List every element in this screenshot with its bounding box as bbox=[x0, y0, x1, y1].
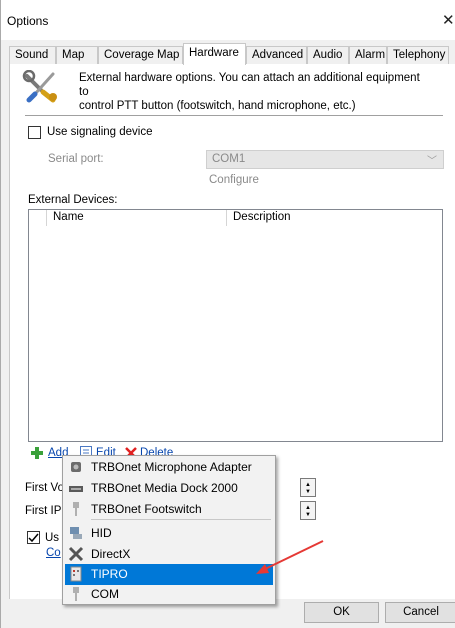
use-option-checkbox[interactable] bbox=[27, 531, 40, 544]
add-icon[interactable] bbox=[31, 447, 43, 459]
external-devices-label: External Devices: bbox=[28, 194, 118, 206]
use-signaling-checkbox[interactable] bbox=[28, 126, 41, 139]
options-window: Options ✕ Sound Map Coverage Map Hardwar… bbox=[0, 0, 455, 628]
menu-item-directx[interactable]: DirectX bbox=[65, 544, 273, 565]
header-line-1: External hardware options. You can attac… bbox=[79, 72, 420, 98]
tab-sound[interactable]: Sound bbox=[9, 46, 56, 64]
footswitch-icon bbox=[73, 502, 79, 516]
com-icon bbox=[73, 587, 79, 601]
directx-icon bbox=[68, 546, 84, 562]
window-title: Options bbox=[7, 14, 49, 28]
menu-item-label: DirectX bbox=[91, 547, 131, 561]
chevron-down-icon: ﹀ bbox=[427, 156, 437, 167]
menu-item-media-dock[interactable]: TRBOnet Media Dock 2000 bbox=[65, 478, 273, 499]
serial-port-value: COM1 bbox=[212, 153, 246, 165]
external-devices-grid[interactable]: Name Description bbox=[28, 209, 443, 442]
menu-item-label: TIPRO bbox=[91, 567, 128, 581]
column-name[interactable]: Name bbox=[47, 210, 227, 226]
config-link[interactable]: Co bbox=[46, 547, 61, 559]
tab-coverage-map[interactable]: Coverage Map bbox=[98, 46, 183, 64]
tab-telephony[interactable]: Telephony bbox=[387, 46, 449, 64]
menu-item-tipro[interactable]: TIPRO bbox=[65, 564, 273, 585]
ok-button[interactable]: OK bbox=[304, 602, 379, 623]
grid-header: Name Description bbox=[29, 210, 442, 226]
serial-port-label: Serial port: bbox=[48, 153, 104, 165]
use-option-label: Us bbox=[45, 532, 60, 544]
menu-item-microphone-adapter[interactable]: TRBOnet Microphone Adapter bbox=[65, 457, 273, 478]
header-description: External hardware options. You can attac… bbox=[79, 71, 429, 113]
tab-hardware[interactable]: Hardware bbox=[183, 43, 246, 65]
first-vo-spinner[interactable]: ▲ ▼ bbox=[300, 478, 316, 497]
first-ip-label: First IP bbox=[25, 505, 62, 517]
menu-item-label: TRBOnet Footswitch bbox=[91, 502, 202, 516]
menu-item-hid[interactable]: HID bbox=[65, 523, 273, 544]
grid-corner bbox=[29, 210, 47, 226]
hid-icon bbox=[70, 527, 82, 539]
first-ip-spinner[interactable]: ▲ ▼ bbox=[300, 501, 316, 520]
use-signaling-label: Use signaling device bbox=[47, 126, 153, 138]
menu-item-label: HID bbox=[91, 526, 112, 540]
tab-advanced[interactable]: Advanced bbox=[246, 46, 307, 64]
media-dock-icon bbox=[69, 486, 83, 492]
checkmark-icon bbox=[28, 533, 39, 543]
microphone-adapter-icon bbox=[71, 462, 81, 472]
menu-item-label: COM bbox=[91, 587, 119, 601]
menu-item-footswitch[interactable]: TRBOnet Footswitch bbox=[65, 499, 273, 520]
header-divider bbox=[25, 115, 443, 116]
tipro-icon bbox=[70, 566, 82, 582]
menu-item-label: TRBOnet Media Dock 2000 bbox=[91, 481, 238, 495]
tab-strip: Sound Map Coverage Map Hardware Advanced… bbox=[9, 43, 449, 65]
menu-item-com[interactable]: COM bbox=[65, 584, 273, 605]
tab-map[interactable]: Map bbox=[56, 46, 98, 64]
tab-alarm[interactable]: Alarm bbox=[349, 46, 387, 64]
close-icon[interactable]: ✕ bbox=[442, 11, 455, 29]
tools-icon bbox=[22, 70, 57, 103]
cancel-button[interactable]: Cancel bbox=[385, 602, 455, 623]
configure-link[interactable]: Configure bbox=[209, 174, 259, 186]
first-vo-label: First Vo bbox=[25, 482, 64, 494]
title-bar: Options ✕ bbox=[1, 0, 455, 40]
tab-audio[interactable]: Audio bbox=[307, 46, 349, 64]
menu-item-label: TRBOnet Microphone Adapter bbox=[91, 460, 252, 474]
column-description[interactable]: Description bbox=[227, 210, 442, 226]
serial-port-select[interactable]: COM1 ﹀ bbox=[206, 150, 444, 169]
add-device-menu: TRBOnet Microphone Adapter TRBOnet Media… bbox=[62, 455, 276, 605]
menu-separator bbox=[91, 519, 271, 520]
header-line-2: control PTT button (footswitch, hand mic… bbox=[79, 100, 356, 112]
